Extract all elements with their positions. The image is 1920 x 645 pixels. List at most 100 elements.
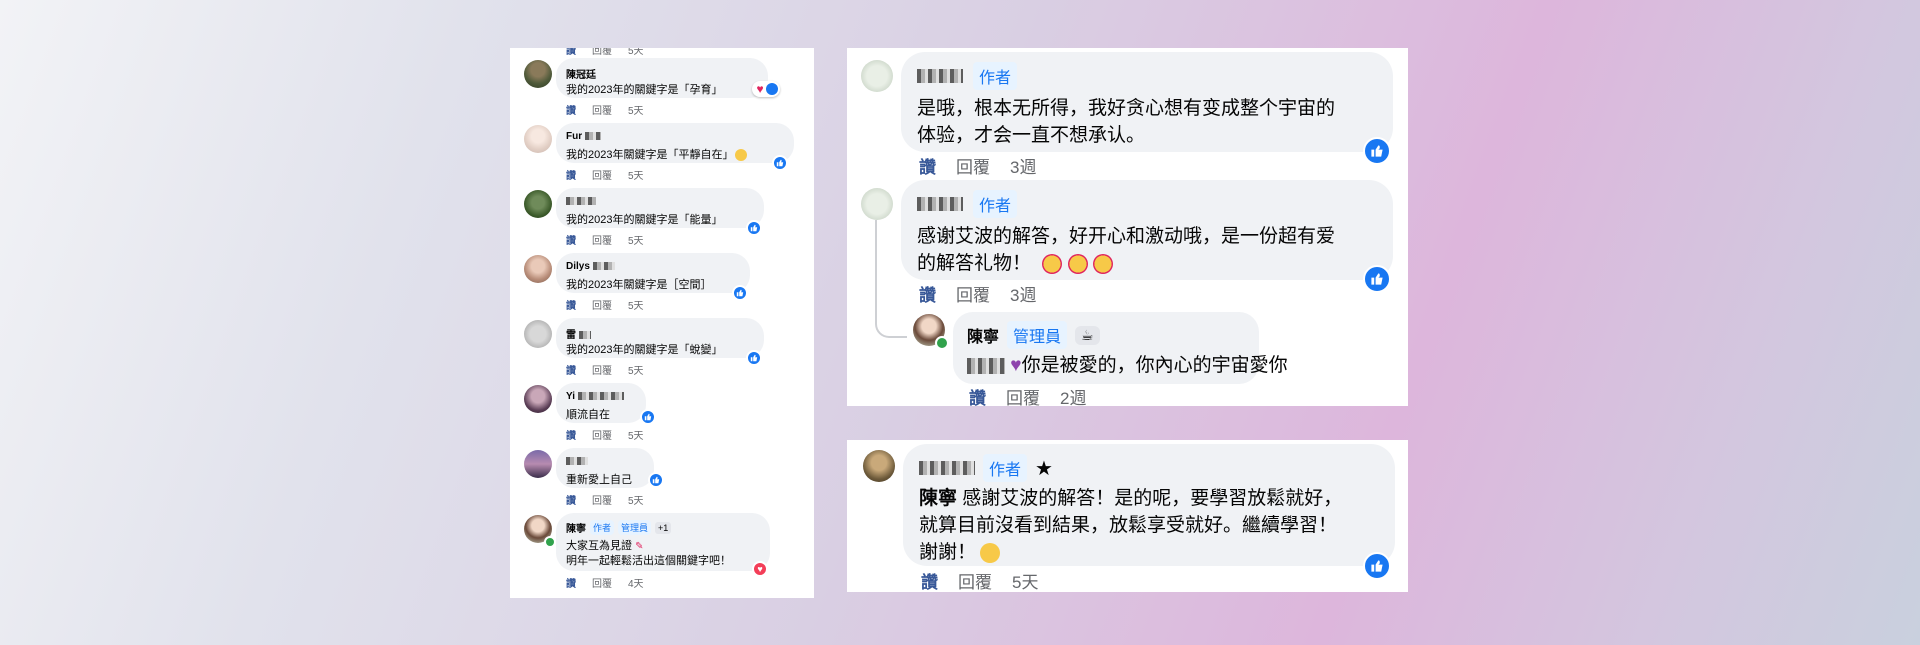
like-reaction-icon[interactable] — [732, 285, 748, 301]
comment-actions: 讚 回覆 3週 — [919, 281, 1036, 306]
comment-time: 5天 — [1012, 573, 1039, 592]
like-link[interactable]: 讚 — [566, 48, 576, 57]
comment-text-line2: 明年一起輕鬆活出這個關鍵字吧！ — [566, 555, 731, 567]
reply-link[interactable]: 回覆 — [592, 48, 612, 57]
like-link[interactable]: 讚 — [921, 568, 938, 592]
like-link[interactable]: 讚 — [566, 167, 576, 182]
commenter-name[interactable]: 陳寧 — [967, 323, 999, 347]
comment-actions: 讚 回覆 4天 — [566, 575, 644, 590]
avatar[interactable] — [524, 385, 552, 413]
comment-actions: 讚 回覆 3週 — [919, 153, 1036, 178]
mention-link[interactable]: 陳寧 — [919, 488, 957, 509]
reply-link[interactable]: 回覆 — [1006, 384, 1040, 406]
reply-link[interactable]: 回覆 — [592, 575, 612, 590]
blurred-name[interactable] — [917, 197, 963, 211]
like-link[interactable]: 讚 — [566, 492, 576, 507]
avatar[interactable] — [524, 60, 552, 88]
avatar[interactable] — [524, 255, 552, 283]
comment-text: 我的2023年的關鍵字是「孕育」 — [566, 84, 723, 96]
blurred-name — [566, 197, 596, 206]
like-link[interactable]: 讚 — [566, 102, 576, 117]
like-link[interactable]: 讚 — [566, 575, 576, 590]
like-reaction-icon[interactable] — [640, 409, 656, 425]
comment-text: 重新愛上自己 — [566, 474, 632, 486]
like-link[interactable]: 讚 — [566, 297, 576, 312]
like-reaction-icon[interactable] — [772, 155, 788, 171]
reply-link[interactable]: 回覆 — [956, 281, 990, 306]
author-tag: 作者 — [590, 520, 615, 535]
comment-actions: 讚 回覆 5天 — [566, 167, 644, 182]
avatar[interactable] — [861, 188, 893, 220]
avatar[interactable] — [524, 125, 552, 153]
reply-link[interactable]: 回覆 — [592, 492, 612, 507]
like-reaction-icon[interactable] — [746, 350, 762, 366]
comment-text: 我的2023年關鍵字是「平靜自在」 — [566, 146, 748, 162]
commenter-name[interactable]: Yi — [566, 391, 624, 402]
like-link[interactable]: 讚 — [566, 362, 576, 377]
like-link[interactable]: 讚 — [919, 281, 936, 306]
commenter-name[interactable] — [566, 456, 588, 467]
comment-text-line2: 就算目前沒看到結果，放鬆享受就好。繼續學習！ — [919, 515, 1338, 536]
right-top-comments-panel: 作者 是哦，根本无所得，我好贪心想有变成整个宇宙的 体验，才会一直不想承认。 讚… — [847, 48, 1408, 406]
comment-text: 陳寧 感謝艾波的解答！是的呢，要學習放鬆就好， — [919, 488, 1343, 509]
comment-time: 5天 — [628, 496, 644, 507]
like-reaction-icon[interactable] — [746, 220, 762, 236]
avatar[interactable] — [524, 320, 552, 348]
blurred-name — [566, 457, 588, 466]
comment-text: ♥你是被愛的，你內心的宇宙愛你 — [967, 350, 1288, 377]
comment-bubble: 重新愛上自己 — [556, 448, 654, 488]
like-reaction-icon[interactable] — [1363, 552, 1391, 580]
avatar[interactable] — [861, 60, 893, 92]
avatar[interactable] — [863, 450, 895, 482]
avatar[interactable] — [524, 190, 552, 218]
comment-time: 2週 — [1060, 389, 1087, 406]
comment-time: 4天 — [628, 579, 644, 590]
commenter-name[interactable]: 陳冠廷 — [566, 66, 596, 81]
admin-tag: 管理員 — [618, 520, 652, 535]
reply-link[interactable]: 回覆 — [956, 153, 990, 178]
comment-text-line3: 謝謝！ — [919, 537, 1001, 564]
mentioned-name[interactable] — [967, 357, 1005, 374]
left-comments-panel: 讚 回覆 5天 陳冠廷 我的2023年的關鍵字是「孕育」 ♥ 讚 回覆 5天 F… — [510, 48, 814, 598]
like-reaction-icon[interactable] — [1363, 137, 1391, 165]
reply-link[interactable]: 回覆 — [592, 167, 612, 182]
comment-bubble: 陳寧 管理員 ☕ ♥你是被愛的，你內心的宇宙愛你 — [953, 312, 1288, 384]
like-reaction-icon[interactable] — [1363, 265, 1391, 293]
reaction-count[interactable]: ♥ — [752, 81, 780, 97]
like-link[interactable]: 讚 — [919, 153, 936, 178]
commenter-name[interactable]: 陳寧 — [566, 520, 586, 535]
like-reaction-icon[interactable] — [648, 472, 664, 488]
smile-emoji — [980, 542, 1001, 563]
reply-link[interactable]: 回覆 — [958, 568, 992, 592]
comment: 雷 我的2023年的關鍵字是「蛻變」 讚 回覆 5天 — [510, 318, 814, 383]
reply-link[interactable]: 回覆 — [592, 427, 612, 442]
reply-link[interactable]: 回覆 — [592, 362, 612, 377]
comment-time: 5天 — [628, 236, 644, 247]
like-link[interactable]: 讚 — [969, 384, 986, 406]
reply-link[interactable]: 回覆 — [592, 102, 612, 117]
love-reaction-icon[interactable]: ♥ — [752, 561, 768, 577]
comment-bubble: 陳寧 作者 管理員 +1 大家互為見證 ✎ 明年一起輕鬆活出這個關鍵字吧！ — [556, 513, 770, 571]
blurred-name[interactable] — [919, 461, 975, 475]
comment-time: 5天 — [628, 48, 644, 57]
comment-text-line2: 体验，才会一直不想承认。 — [917, 125, 1146, 146]
comment: Fur 我的2023年關鍵字是「平靜自在」 讚 回覆 5天 — [510, 123, 814, 188]
comment-text: 我的2023年的關鍵字是「蛻變」 — [566, 344, 723, 356]
commenter-name[interactable]: Fur — [566, 131, 601, 142]
comment-bubble: 我的2023年的關鍵字是「能量」 — [556, 188, 764, 228]
more-badges[interactable]: +1 — [655, 521, 672, 534]
commenter-name[interactable] — [566, 196, 596, 207]
comment-text: 感谢艾波的解答，好开心和激动哦，是一份超有爱 — [917, 226, 1336, 247]
like-link[interactable]: 讚 — [566, 427, 576, 442]
commenter-name[interactable]: Dilys — [566, 261, 615, 272]
avatar[interactable] — [524, 450, 552, 478]
comment-text-line2: 的解答礼物！ — [917, 248, 1113, 275]
reply-link[interactable]: 回覆 — [592, 297, 612, 312]
reply-link[interactable]: 回覆 — [592, 232, 612, 247]
blurred-name[interactable] — [917, 69, 963, 83]
comment-actions: 讚 回覆 5天 — [566, 427, 644, 442]
blurred-name — [577, 392, 624, 401]
commenter-name[interactable]: 雷 — [566, 326, 591, 341]
like-link[interactable]: 讚 — [566, 232, 576, 247]
blurred-name — [592, 262, 615, 271]
